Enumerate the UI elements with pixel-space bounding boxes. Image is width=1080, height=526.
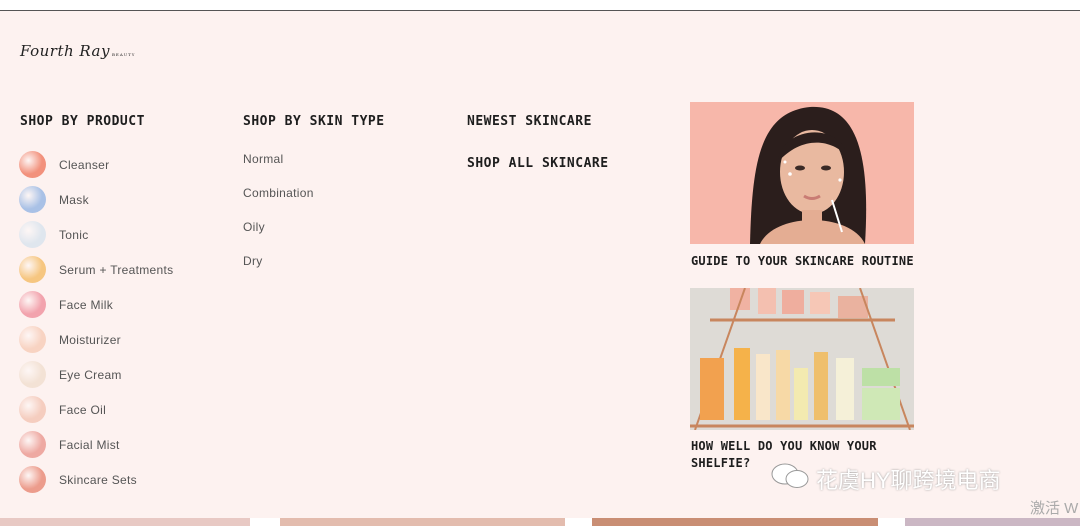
- skin-type-list: Normal Combination Oily Dry: [243, 152, 314, 288]
- skin-type-dry[interactable]: Dry: [243, 254, 314, 288]
- product-item-mask[interactable]: Mask: [19, 182, 173, 217]
- product-label: Skincare Sets: [59, 472, 137, 487]
- product-label: Face Oil: [59, 402, 107, 417]
- product-label: Cleanser: [59, 157, 110, 172]
- product-item-facial-mist[interactable]: Facial Mist: [19, 427, 173, 462]
- strip-block: [592, 518, 878, 526]
- strip-block: [280, 518, 565, 526]
- skin-type-oily[interactable]: Oily: [243, 220, 314, 254]
- eye-cream-swatch-icon: [19, 361, 46, 388]
- product-label: Tonic: [59, 227, 89, 242]
- wechat-icon: [770, 462, 810, 496]
- tonic-swatch-icon: [19, 221, 46, 248]
- product-label: Facial Mist: [59, 437, 120, 452]
- product-item-tonic[interactable]: Tonic: [19, 217, 173, 252]
- product-item-cleanser[interactable]: Cleanser: [19, 147, 173, 182]
- logo-text: Fourth Ray: [20, 42, 110, 60]
- logo-sub: BEAUTY: [111, 52, 136, 57]
- shelf-illustration: [690, 288, 914, 430]
- cleanser-swatch-icon: [19, 151, 46, 178]
- moisturizer-swatch-icon: [19, 326, 46, 353]
- skin-type-normal[interactable]: Normal: [243, 152, 314, 186]
- product-item-moisturizer[interactable]: Moisturizer: [19, 322, 173, 357]
- product-item-face-oil[interactable]: Face Oil: [19, 392, 173, 427]
- newest-skincare-link[interactable]: NEWEST SKINCARE: [467, 114, 592, 129]
- skincare-routine-caption[interactable]: GUIDE TO YOUR SKINCARE ROUTINE: [691, 253, 914, 270]
- top-divider: [0, 0, 1080, 11]
- shop-all-skincare-link[interactable]: SHOP ALL SKINCARE: [467, 156, 609, 171]
- strip-block: [905, 518, 1080, 526]
- product-label: Moisturizer: [59, 332, 121, 347]
- product-label: Serum + Treatments: [59, 262, 174, 277]
- mask-swatch-icon: [19, 186, 46, 213]
- product-list: Cleanser Mask Tonic Serum + Treatments F…: [19, 147, 173, 497]
- skincare-routine-image[interactable]: [690, 102, 914, 244]
- strip-block: [0, 518, 250, 526]
- watermark: 花虞HY聊跨境电商: [770, 462, 1001, 496]
- serum-swatch-icon: [19, 256, 46, 283]
- product-label: Face Milk: [59, 297, 114, 312]
- portrait-illustration: [690, 102, 914, 244]
- skincare-sets-swatch-icon: [19, 466, 46, 493]
- face-milk-swatch-icon: [19, 291, 46, 318]
- brand-logo[interactable]: Fourth Ray BEAUTY: [20, 42, 135, 60]
- facial-mist-swatch-icon: [19, 431, 46, 458]
- product-label: Eye Cream: [59, 367, 122, 382]
- page-content-strip: [0, 518, 1080, 526]
- product-item-eye-cream[interactable]: Eye Cream: [19, 357, 173, 392]
- shelfie-image[interactable]: [690, 288, 914, 430]
- shop-by-product-heading: SHOP BY PRODUCT: [20, 114, 145, 129]
- product-item-face-milk[interactable]: Face Milk: [19, 287, 173, 322]
- product-label: Mask: [59, 192, 89, 207]
- product-item-skincare-sets[interactable]: Skincare Sets: [19, 462, 173, 497]
- skin-type-combination[interactable]: Combination: [243, 186, 314, 220]
- product-item-serum[interactable]: Serum + Treatments: [19, 252, 173, 287]
- watermark-text: 花虞HY聊跨境电商: [816, 468, 1001, 493]
- face-oil-swatch-icon: [19, 396, 46, 423]
- activate-notice: 激活 W: [1030, 500, 1079, 517]
- shelfie-caption-line1: HOW WELL DO YOU KNOW YOUR: [691, 439, 877, 453]
- shop-by-skin-type-heading: SHOP BY SKIN TYPE: [243, 114, 385, 129]
